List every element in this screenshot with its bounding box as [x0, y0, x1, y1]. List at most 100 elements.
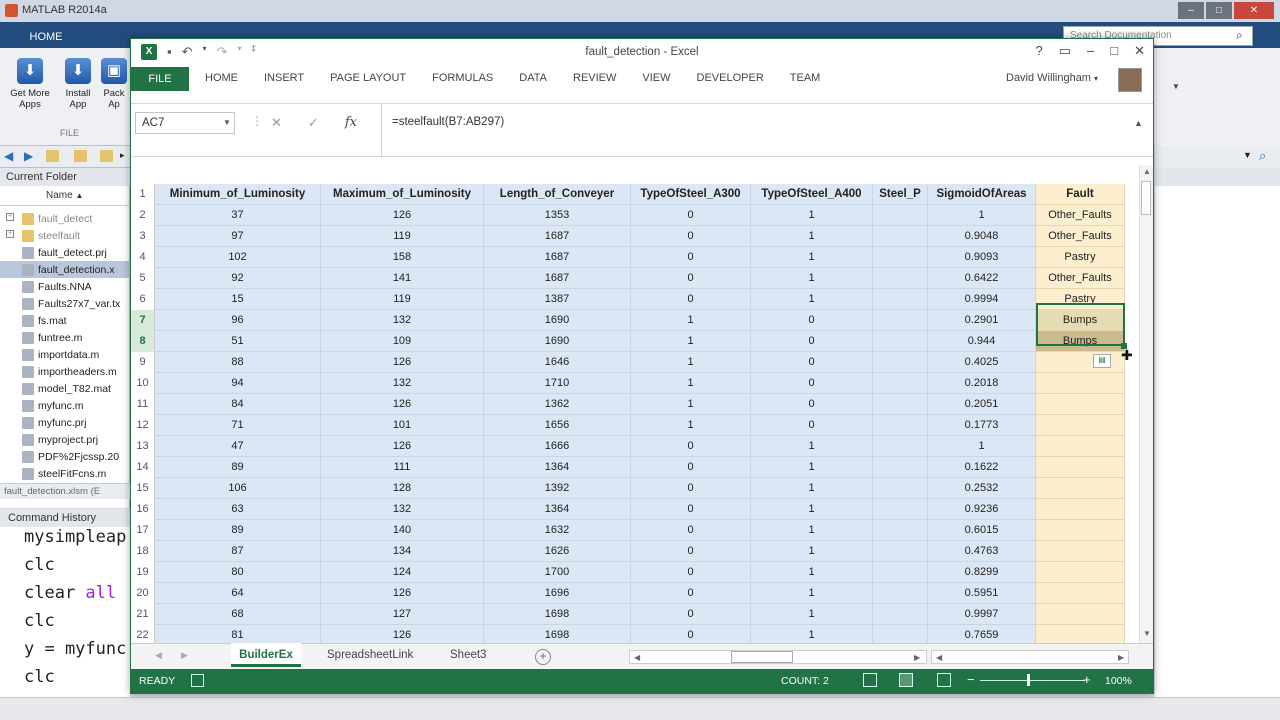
- table-cell[interactable]: 0: [751, 331, 873, 352]
- table-cell[interactable]: 132: [321, 499, 484, 520]
- row-header[interactable]: 1: [131, 184, 155, 205]
- table-cell[interactable]: 96: [155, 310, 321, 331]
- table-cell[interactable]: 88: [155, 352, 321, 373]
- minimize-icon[interactable]: –: [1087, 43, 1094, 59]
- table-cell[interactable]: [873, 625, 928, 643]
- row-header[interactable]: 4: [131, 247, 155, 268]
- table-cell[interactable]: 0: [631, 520, 751, 541]
- table-cell[interactable]: [873, 205, 928, 226]
- table-cell[interactable]: [1036, 478, 1125, 499]
- table-cell[interactable]: [873, 457, 928, 478]
- name-box-dropdown-icon[interactable]: ▼: [223, 118, 231, 127]
- command-history-item[interactable]: clc: [0, 555, 130, 583]
- table-cell[interactable]: 1: [751, 289, 873, 310]
- hscroll-right-icon[interactable]: ▶: [914, 653, 920, 662]
- header-cell[interactable]: SigmoidOfAreas: [928, 184, 1036, 205]
- table-cell[interactable]: 1626: [484, 541, 631, 562]
- up-folder-icon[interactable]: [46, 150, 59, 162]
- table-cell[interactable]: 126: [321, 205, 484, 226]
- row-header[interactable]: 16: [131, 499, 155, 520]
- tab-view[interactable]: VIEW: [642, 72, 670, 84]
- table-cell[interactable]: 1687: [484, 247, 631, 268]
- tab-team[interactable]: TEAM: [790, 72, 821, 84]
- table-cell[interactable]: 37: [155, 205, 321, 226]
- file-item[interactable]: fs.mat: [0, 312, 130, 329]
- table-cell[interactable]: [873, 331, 928, 352]
- table-cell[interactable]: 1: [751, 562, 873, 583]
- get-more-apps-button[interactable]: ⬇ Get More Apps: [7, 58, 53, 110]
- table-cell[interactable]: 0.2532: [928, 478, 1036, 499]
- table-cell[interactable]: [873, 436, 928, 457]
- header-cell[interactable]: Length_of_Conveyer: [484, 184, 631, 205]
- table-cell[interactable]: [873, 562, 928, 583]
- table-cell[interactable]: [1036, 436, 1125, 457]
- table-cell[interactable]: 126: [321, 625, 484, 643]
- table-cell[interactable]: 89: [155, 457, 321, 478]
- tab-page-layout[interactable]: PAGE LAYOUT: [330, 72, 406, 84]
- sheet-tab-builderex[interactable]: BuilderEx: [231, 643, 301, 667]
- table-cell[interactable]: 1: [631, 373, 751, 394]
- table-cell[interactable]: 0.944: [928, 331, 1036, 352]
- row-header[interactable]: 19: [131, 562, 155, 583]
- command-history-item[interactable]: clc: [0, 667, 130, 695]
- table-cell[interactable]: 1: [751, 625, 873, 643]
- signed-in-user[interactable]: David Willingham ▾: [1006, 72, 1098, 84]
- table-cell[interactable]: 1710: [484, 373, 631, 394]
- file-item[interactable]: model_T82.mat: [0, 380, 130, 397]
- vertical-scrollbar[interactable]: ▲ ▼: [1139, 165, 1153, 643]
- add-sheet-icon[interactable]: +: [535, 649, 551, 665]
- sheet-tab-sheet3[interactable]: Sheet3: [450, 643, 486, 667]
- table-cell[interactable]: [873, 478, 928, 499]
- table-cell[interactable]: 87: [155, 541, 321, 562]
- ribbon-expand-icon[interactable]: ▼: [1172, 82, 1180, 91]
- table-cell[interactable]: [1036, 415, 1125, 436]
- row-header[interactable]: 22: [131, 625, 155, 643]
- table-cell[interactable]: 141: [321, 268, 484, 289]
- expand-icon[interactable]: +: [6, 213, 14, 221]
- tab-review[interactable]: REVIEW: [573, 72, 616, 84]
- table-cell[interactable]: 64: [155, 583, 321, 604]
- table-cell[interactable]: 63: [155, 499, 321, 520]
- table-cell[interactable]: 1: [751, 436, 873, 457]
- file-item[interactable]: myfunc.m: [0, 397, 130, 414]
- table-cell[interactable]: 0.5951: [928, 583, 1036, 604]
- table-cell[interactable]: 1: [751, 268, 873, 289]
- minimize-icon[interactable]: –: [1178, 2, 1204, 19]
- table-cell[interactable]: [1036, 499, 1125, 520]
- table-cell[interactable]: 0.9093: [928, 247, 1036, 268]
- command-history-item[interactable]: y = myfunc: [0, 639, 130, 667]
- table-cell[interactable]: 0.9994: [928, 289, 1036, 310]
- zoom-level[interactable]: 100%: [1105, 675, 1132, 687]
- table-cell[interactable]: [873, 373, 928, 394]
- tab-formulas[interactable]: FORMULAS: [432, 72, 493, 84]
- table-cell[interactable]: 1632: [484, 520, 631, 541]
- table-cell[interactable]: [873, 499, 928, 520]
- table-cell[interactable]: 92: [155, 268, 321, 289]
- file-item[interactable]: steelFitFcns.m: [0, 465, 130, 482]
- table-cell[interactable]: [873, 310, 928, 331]
- name-column-header[interactable]: Name ▲: [0, 190, 130, 206]
- table-cell[interactable]: 0: [631, 583, 751, 604]
- table-cell[interactable]: [1036, 394, 1125, 415]
- file-item[interactable]: myproject.prj: [0, 431, 130, 448]
- table-cell[interactable]: Pastry: [1036, 247, 1125, 268]
- table-cell[interactable]: 94: [155, 373, 321, 394]
- horizontal-scrollbar-right[interactable]: ◀ ▶: [931, 650, 1129, 664]
- header-cell[interactable]: TypeOfSteel_A300: [631, 184, 751, 205]
- command-history-item[interactable]: clc: [0, 611, 130, 639]
- table-cell[interactable]: 1: [631, 352, 751, 373]
- table-cell[interactable]: 0: [751, 415, 873, 436]
- table-cell[interactable]: 119: [321, 289, 484, 310]
- table-cell[interactable]: 89: [155, 520, 321, 541]
- table-cell[interactable]: 128: [321, 478, 484, 499]
- table-cell[interactable]: 0: [631, 205, 751, 226]
- table-cell[interactable]: 158: [321, 247, 484, 268]
- dropdown-icon[interactable]: ▼: [1243, 150, 1252, 160]
- zoom-out-icon[interactable]: −: [967, 672, 975, 687]
- table-cell[interactable]: 1: [631, 310, 751, 331]
- tab-file[interactable]: FILE: [131, 67, 189, 91]
- search-icon[interactable]: ⌕: [1236, 28, 1243, 43]
- table-cell[interactable]: 1646: [484, 352, 631, 373]
- table-cell[interactable]: [873, 415, 928, 436]
- table-cell[interactable]: [1036, 583, 1125, 604]
